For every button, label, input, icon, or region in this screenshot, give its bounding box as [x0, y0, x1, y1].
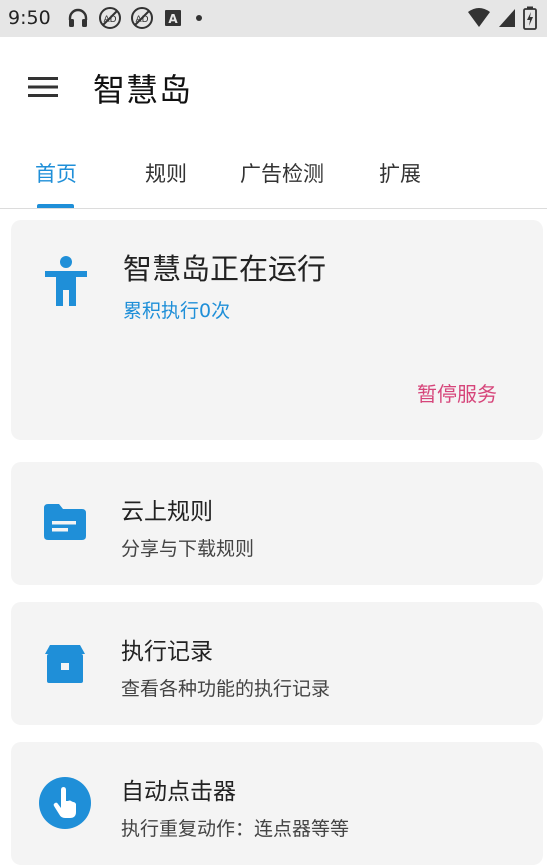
touch-icon	[39, 777, 91, 829]
cloud-rules-card[interactable]: 云上规则 分享与下载规则	[11, 462, 543, 585]
card-subtitle: 执行重复动作：连点器等等	[121, 818, 350, 840]
headset-icon	[68, 8, 88, 27]
status-notification-icons: AD AD A	[66, 6, 206, 30]
app-bar: 智慧岛	[0, 37, 547, 140]
ad-block-icon: AD	[131, 7, 153, 29]
dot-icon	[196, 15, 202, 21]
tab-home[interactable]: 首页	[35, 158, 77, 188]
status-bar: 9:50 AD AD A	[0, 0, 547, 37]
auto-clicker-card[interactable]: 自动点击器 执行重复动作：连点器等等	[11, 742, 543, 865]
signal-icon	[499, 9, 515, 27]
card-title: 云上规则	[121, 499, 213, 525]
svg-text:AD: AD	[103, 15, 116, 25]
status-system-icons	[467, 6, 537, 30]
pause-service-button[interactable]: 暂停服务	[417, 378, 497, 407]
app-title: 智慧岛	[93, 71, 193, 109]
menu-icon[interactable]	[28, 75, 58, 99]
service-status-card: 智慧岛正在运行 累积执行0次 暂停服务	[11, 220, 543, 440]
service-status-title: 智慧岛正在运行	[123, 252, 327, 286]
folder-icon	[44, 504, 86, 540]
archive-icon	[45, 645, 85, 683]
tab-rules[interactable]: 规则	[145, 158, 187, 188]
battery-charging-icon	[523, 6, 537, 30]
accessibility-icon	[45, 256, 87, 306]
execution-records-card[interactable]: 执行记录 查看各种功能的执行记录	[11, 602, 543, 725]
tab-extensions[interactable]: 扩展	[379, 158, 421, 188]
card-title: 执行记录	[121, 639, 213, 665]
svg-text:A: A	[168, 12, 178, 26]
tab-bar: 首页 规则 广告检测 扩展	[0, 140, 547, 209]
execution-count: 累积执行0次	[123, 300, 231, 322]
svg-text:AD: AD	[135, 15, 148, 25]
tab-ad-detection[interactable]: 广告检测	[240, 158, 324, 188]
wifi-icon	[468, 8, 490, 27]
card-subtitle: 查看各种功能的执行记录	[121, 678, 331, 700]
tab-indicator	[37, 204, 74, 208]
status-time: 9:50	[8, 7, 51, 29]
text-box-icon: A	[165, 10, 181, 26]
ad-block-icon: AD	[99, 7, 121, 29]
card-title: 自动点击器	[121, 779, 236, 805]
card-subtitle: 分享与下载规则	[121, 538, 255, 560]
